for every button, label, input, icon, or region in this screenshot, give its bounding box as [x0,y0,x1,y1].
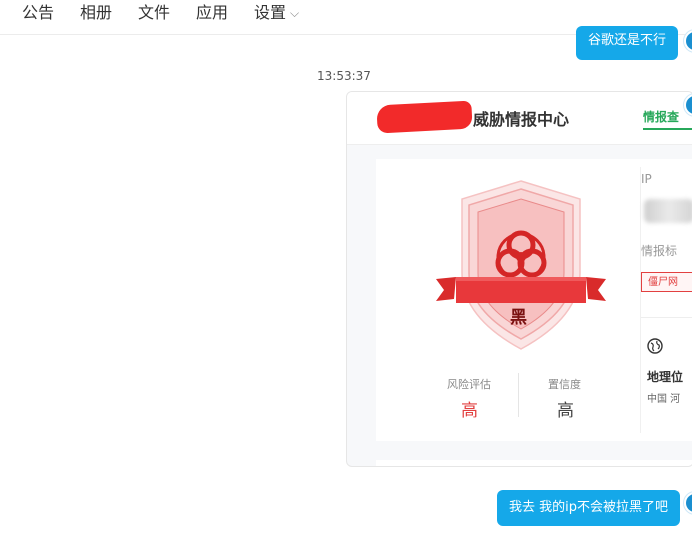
metric-divider [518,373,519,417]
section-divider [641,317,692,318]
tab-settings-label: 设置 [254,3,287,22]
message-bubble-top[interactable]: 谷歌还是不行 [576,26,679,60]
geolocation-label: 地理位 [647,370,684,384]
shared-image-card[interactable]: 威胁情报中心 情报查 黑 风险评估 高 置信度 高 IP 情报标 僵尸网 地理位… [346,91,692,467]
threat-badge [436,180,606,350]
column-divider [640,167,641,433]
message-text: 我去 我的ip不会被拉黑了吧 [509,500,668,515]
risk-assessment-value: 高 [461,401,478,421]
user-avatar[interactable] [684,492,692,514]
badge-label: 黑 [510,308,527,328]
threat-panel: 黑 风险评估 高 置信度 高 IP 情报标 僵尸网 地理位 中国 河 [376,159,692,441]
risk-assessment-label: 风险评估 [447,378,491,391]
tab-announcements[interactable]: 公告 [22,3,54,23]
active-tab-indicator [643,128,692,130]
message-timestamp: 13:53:37 [317,69,371,83]
confidence-label: 置信度 [548,378,581,391]
intel-tag-label: 情报标 [641,244,678,258]
redaction-mark [376,100,473,134]
header-tab-intel: 情报查 [643,110,680,124]
geolocation-value: 中国 河 [647,394,681,405]
confidence-value: 高 [557,401,574,421]
chevron-down-icon: ⌵ [290,6,300,20]
header-title: 威胁情报中心 [473,110,570,129]
globe-icon [647,338,663,354]
tab-apps[interactable]: 应用 [196,3,228,23]
message-bubble-bottom[interactable]: 我去 我的ip不会被拉黑了吧 [497,490,680,526]
ip-label: IP [641,172,652,186]
card-header: 威胁情报中心 情报查 [347,92,692,145]
tab-album[interactable]: 相册 [80,3,112,23]
blurred-ip-value [644,199,692,223]
tab-files[interactable]: 文件 [138,3,170,23]
botnet-tag: 僵尸网 [641,272,692,292]
message-text: 谷歌还是不行 [588,33,667,48]
tab-settings[interactable]: 设置 ⌵ [254,3,299,24]
panel-bottom-edge [376,460,692,466]
